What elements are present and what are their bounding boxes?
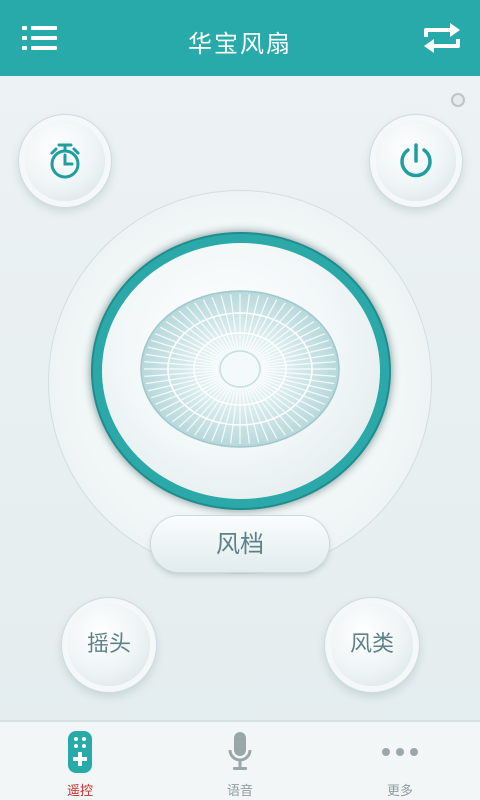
bottom-tab-bar: 遥控 语音 更多 (0, 720, 480, 800)
more-dots-icon (382, 748, 418, 756)
wind-type-button[interactable]: 风类 (331, 604, 413, 686)
tab-voice-label: 语音 (226, 784, 253, 799)
power-icon (400, 143, 432, 178)
header-bar: 华宝风扇 (0, 0, 480, 76)
tab-remote[interactable]: 遥控 (0, 722, 160, 800)
fan-icon (140, 290, 340, 448)
tab-remote-label: 遥控 (66, 784, 93, 799)
remote-icon (68, 731, 92, 773)
swap-arrows-icon (424, 23, 460, 53)
tab-more-label: 更多 (386, 784, 413, 799)
timer-button[interactable] (25, 121, 105, 201)
timer-icon (50, 143, 80, 179)
switch-device-button[interactable] (420, 20, 464, 56)
app-screen: 华宝风扇 风档 摇头 风类 遥控 语音 更多 (0, 0, 480, 800)
power-button[interactable] (376, 121, 456, 201)
swing-button[interactable]: 摇头 (68, 604, 150, 686)
status-indicator (451, 93, 465, 107)
tab-more[interactable]: 更多 (320, 722, 480, 800)
fan-speed-button[interactable]: 风档 (151, 516, 329, 572)
page-title: 华宝风扇 (188, 30, 292, 58)
microphone-icon (228, 732, 252, 770)
tab-voice[interactable]: 语音 (160, 722, 320, 800)
